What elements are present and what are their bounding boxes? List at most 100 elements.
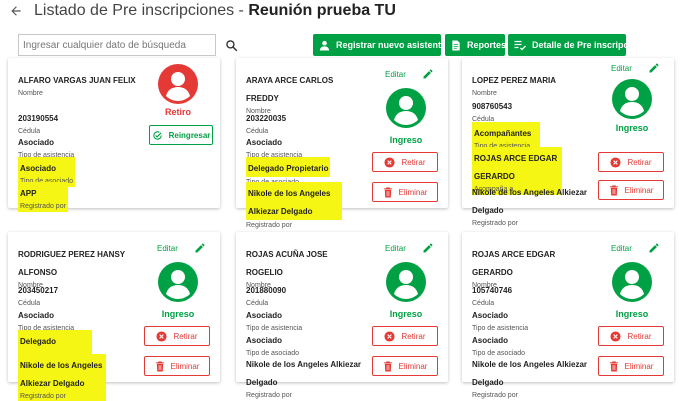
delete-label: Eliminar xyxy=(398,361,428,371)
register-new-attendee-label: Registrar nuevo asistente xyxy=(336,40,447,50)
delete-label: Eliminar xyxy=(170,361,200,371)
attendee-name: LOPEZ PEREZ MARIA xyxy=(472,76,557,85)
cancel-circle-icon xyxy=(610,330,622,342)
trash-icon xyxy=(383,186,392,198)
attendee-id: 908760543 xyxy=(472,102,513,111)
associate-type: Asociado xyxy=(20,164,57,173)
registered-by: APP xyxy=(20,189,37,198)
attendee-card: LOPEZ PEREZ MARIA Nombre 908760543 Cédula … xyxy=(462,58,674,227)
cancel-circle-icon xyxy=(384,156,396,168)
associate-type: Asociado xyxy=(472,336,509,345)
page-header: Listado de Pre inscripciones - Reunión p… xyxy=(6,0,396,22)
name-label: Nombre xyxy=(18,90,43,97)
attendee-card: ALFARO VARGAS JUAN FELIX Nombre 203190554… xyxy=(8,58,220,212)
attendee-name: RODRIGUEZ PEREZ HANSY ALFONSO xyxy=(18,250,125,277)
accompanies-name: ROJAS ARCE EDGAR GERARDO xyxy=(474,154,558,181)
person-icon xyxy=(319,40,330,51)
cancel-circle-icon xyxy=(384,330,396,342)
attendee-card: ROJAS ACUÑA JOSE ROGELIO Nombre 201880090… xyxy=(236,232,448,399)
delete-button[interactable]: Eliminar xyxy=(372,182,438,202)
detail-label: Detalle de Pre inscripción xyxy=(532,40,643,50)
registered-by-label: Registrado por xyxy=(20,393,66,400)
registered-by-label: Registrado por xyxy=(246,222,292,229)
registered-by: Nikole de los Angeles Alkiezar Delgado xyxy=(20,361,103,388)
avatar-icon xyxy=(158,262,198,302)
registered-by-label: Registrado por xyxy=(472,392,518,399)
avatar-icon xyxy=(612,262,652,302)
attendance-type: Asociado xyxy=(246,138,283,147)
withdraw-button[interactable]: Retirar xyxy=(144,326,210,346)
document-icon xyxy=(452,39,460,51)
attendee-card: RODRIGUEZ PEREZ HANSY ALFONSO Nombre 2034… xyxy=(8,232,220,401)
trash-icon xyxy=(383,360,392,372)
list-check-icon xyxy=(514,40,526,50)
attendee-card: ROJAS ARCE EDGAR GERARDO Nombre 105740746… xyxy=(462,232,674,399)
status-badge: Retiro xyxy=(164,107,191,117)
edit-link[interactable]: Editar xyxy=(611,64,632,73)
registered-by-label: Registrado por xyxy=(20,203,66,210)
delete-label: Eliminar xyxy=(398,187,428,197)
edit-link[interactable]: Editar xyxy=(157,244,178,253)
delete-label: Eliminar xyxy=(624,185,654,195)
search-icon[interactable] xyxy=(222,36,240,54)
delete-button[interactable]: Eliminar xyxy=(598,356,664,376)
status-badge: Ingreso xyxy=(615,309,649,319)
status-badge: Ingreso xyxy=(389,135,423,145)
pencil-icon[interactable] xyxy=(422,68,434,80)
registered-by: Nikole de los Angeles Alkiezar Delgado xyxy=(248,189,331,216)
pencil-icon[interactable] xyxy=(648,242,660,254)
reenter-label: Reingresar xyxy=(168,130,211,140)
detail-button[interactable]: Detalle de Pre inscripción xyxy=(508,34,642,56)
avatar-icon xyxy=(386,262,426,302)
registered-by-label: Registrado por xyxy=(246,392,292,399)
withdraw-button[interactable]: Retirar xyxy=(372,152,438,172)
back-arrow-icon[interactable] xyxy=(6,1,26,21)
edit-link[interactable]: Editar xyxy=(385,244,406,253)
withdraw-label: Retirar xyxy=(627,157,652,167)
edit-link[interactable]: Editar xyxy=(385,70,406,79)
trash-icon xyxy=(155,360,164,372)
avatar-icon xyxy=(612,79,652,119)
attendance-type: Asociado xyxy=(18,311,55,320)
register-new-attendee-button[interactable]: Registrar nuevo asistente xyxy=(313,34,446,56)
status-badge: Ingreso xyxy=(161,309,195,319)
reenter-button[interactable]: Reingresar xyxy=(149,125,213,145)
registered-by: Nikole de los Angeles Alkiezar Delgado xyxy=(472,360,588,387)
withdraw-button[interactable]: Retirar xyxy=(598,326,664,346)
attendee-id: 203220035 xyxy=(246,114,287,123)
attendance-type: Asociado xyxy=(246,311,283,320)
avatar-icon xyxy=(386,88,426,128)
associate-type: Asociado xyxy=(246,336,283,345)
withdraw-label: Retirar xyxy=(401,331,426,341)
pencil-icon[interactable] xyxy=(422,242,434,254)
edit-link[interactable]: Editar xyxy=(611,244,632,253)
registered-by: Nikole de los Angeles Alkiezar Delgado xyxy=(472,188,588,215)
withdraw-button[interactable]: Retirar xyxy=(598,152,664,172)
attendee-id: 105740746 xyxy=(472,286,513,295)
delete-label: Eliminar xyxy=(624,361,654,371)
trash-icon xyxy=(609,360,618,372)
attendee-name: ROJAS ACUÑA JOSE ROGELIO xyxy=(246,250,328,277)
delete-button[interactable]: Eliminar xyxy=(598,180,664,200)
associate-type: Delegado Propietario xyxy=(248,164,329,173)
withdraw-button[interactable]: Retirar xyxy=(372,326,438,346)
attendee-id: 201880090 xyxy=(246,286,287,295)
status-badge: Ingreso xyxy=(389,309,423,319)
reports-button[interactable]: Reportes xyxy=(445,34,506,56)
cancel-circle-icon xyxy=(610,156,622,168)
withdraw-label: Retirar xyxy=(627,331,652,341)
attendee-id: 203450217 xyxy=(18,286,59,295)
delete-button[interactable]: Eliminar xyxy=(372,356,438,376)
attendance-type: Asociado xyxy=(18,138,55,147)
delete-button[interactable]: Eliminar xyxy=(144,356,210,376)
withdraw-label: Retirar xyxy=(173,331,198,341)
pencil-icon[interactable] xyxy=(194,242,206,254)
registered-by: Nikole de los Angeles Alkiezar Delgado xyxy=(246,360,362,387)
attendance-type: Asociado xyxy=(472,311,509,320)
withdraw-label: Retirar xyxy=(401,157,426,167)
attendance-type: Acompañantes xyxy=(474,129,532,138)
registered-by-label: Registrado por xyxy=(472,220,518,227)
attendee-card: ARAYA ARCE CARLOS FREDDY Nombre 203220035… xyxy=(236,58,448,229)
pencil-icon[interactable] xyxy=(648,62,660,74)
search-input[interactable] xyxy=(18,34,216,56)
